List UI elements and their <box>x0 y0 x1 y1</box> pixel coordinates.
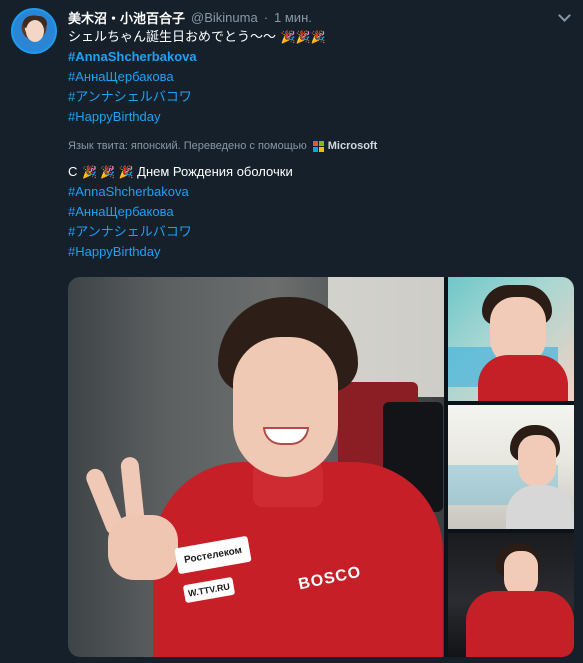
red-jacket <box>466 591 574 657</box>
thumbnail-3[interactable] <box>448 533 574 657</box>
translation-note: Язык твита: японский. Переведено с помощ… <box>68 140 307 152</box>
media-grid[interactable]: Ростелеком W.TTV.RU BOSCO <box>68 277 574 657</box>
original-line-2: #AnnaShcherbakova <box>68 47 569 67</box>
thumbnail-2[interactable] <box>448 405 574 529</box>
translated-line-2: #AnnaShcherbakova <box>68 182 569 202</box>
original-line-3: #АннаЩербакова <box>68 67 569 87</box>
palm <box>108 515 178 580</box>
translated-line-3: #АннаЩербакова <box>68 202 569 222</box>
translation-attribution: Язык твита: японский. Переведено с помощ… <box>68 140 377 152</box>
translated-line-1: С 🎉 🎉 🎉 Днем Рождения оболочки <box>68 162 569 182</box>
party-popper-icon: 🎉 🎉 🎉 <box>82 165 134 179</box>
author-name[interactable]: 美木沼・小池百合子 <box>68 8 185 27</box>
original-line-5: #HappyBirthday <box>68 107 569 127</box>
face <box>518 435 556 487</box>
translated-prefix: С <box>68 164 78 179</box>
chevron-down-icon[interactable] <box>557 10 571 24</box>
tweet-header: 美木沼・小池百合子 @Bikinuma · 1 мин. <box>68 8 543 26</box>
hashtag-link[interactable]: #АннаЩербакова <box>68 204 174 219</box>
hashtag-link[interactable]: #AnnaShcherbakova <box>68 49 197 64</box>
party-popper-icon: 🎉🎉🎉 <box>280 30 326 44</box>
hashtag-link[interactable]: #アンナシェルバコワ <box>68 89 192 104</box>
white-jacket <box>506 485 574 529</box>
peace-sign-hand <box>83 456 178 580</box>
original-line-1: シェルちゃん誕生日おめでとう〜〜 🎉🎉🎉 <box>68 27 569 47</box>
hashtag-link[interactable]: #AnnaShcherbakova <box>68 184 189 199</box>
hashtag-link[interactable]: #HappyBirthday <box>68 109 161 124</box>
translated-line-5: #HappyBirthday <box>68 242 569 262</box>
original-line-4: #アンナシェルバコワ <box>68 87 569 107</box>
microsoft-label: Microsoft <box>327 140 378 152</box>
tweet-time[interactable]: 1 мин. <box>274 10 312 25</box>
red-costume <box>478 355 568 401</box>
face <box>233 337 338 477</box>
original-message: シェルちゃん誕生日おめでとう〜〜 <box>68 29 277 44</box>
hashtag-link[interactable]: #АннаЩербакова <box>68 69 174 84</box>
translated-message: Днем Рождения оболочки <box>137 164 293 179</box>
avatar-face <box>26 20 44 42</box>
hashtag-link[interactable]: #アンナシェルバコワ <box>68 224 192 239</box>
tweet-translation: С 🎉 🎉 🎉 Днем Рождения оболочки #AnnaShch… <box>68 162 569 262</box>
avatar[interactable] <box>11 8 57 54</box>
microsoft-logo-icon <box>312 140 324 152</box>
translated-line-4: #アンナシェルバコワ <box>68 222 569 242</box>
tweet-original-text: シェルちゃん誕生日おめでとう〜〜 🎉🎉🎉 #AnnaShcherbakova #… <box>68 27 569 127</box>
author-handle[interactable]: @Bikinuma <box>191 10 258 25</box>
main-photo[interactable]: Ростелеком W.TTV.RU BOSCO <box>68 277 444 657</box>
thumbnail-1[interactable] <box>448 277 574 401</box>
hashtag-link[interactable]: #HappyBirthday <box>68 244 161 259</box>
tweet-card[interactable]: 美木沼・小池百合子 @Bikinuma · 1 мин. シェルちゃん誕生日おめ… <box>0 0 583 663</box>
header-separator: · <box>263 9 269 25</box>
